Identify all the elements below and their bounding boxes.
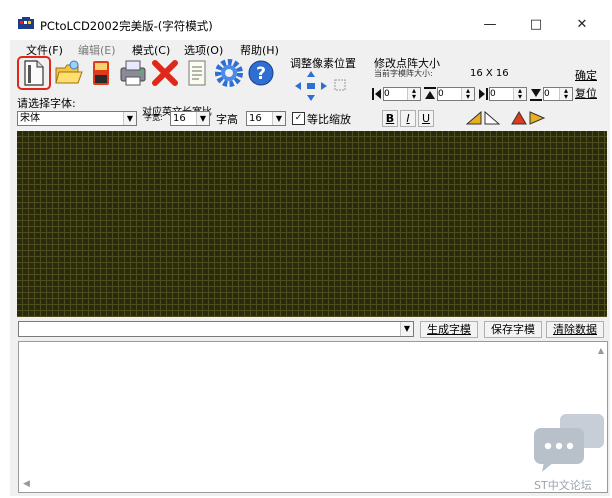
top-edge-icon [424,87,436,99]
bottom-spin-value: 0 [544,89,550,99]
right-spin-value: 0 [490,89,496,99]
bold-button[interactable]: B [382,110,398,127]
current-size-value: 16 X 16 [470,68,509,79]
left-spin[interactable]: 0 ▴ ▾ [383,87,421,101]
chevron-down-icon[interactable]: ▼ [272,112,285,125]
shift-arrows-icon[interactable] [293,69,353,103]
height-select[interactable]: 16 ▼ [246,111,286,126]
svg-text:?: ? [256,64,266,84]
save-font-button[interactable]: 保存字模 [484,321,542,338]
bottom-spin[interactable]: 0 ▴ ▾ [543,87,573,101]
title-bar[interactable]: PCtoLCD2002完美版-(字符模式) — □ ✕ [10,8,610,40]
open-folder-icon[interactable] [54,58,84,88]
top-spin[interactable]: 0 ▴ ▾ [437,87,475,101]
width-select-value: 16 [173,113,186,124]
chevron-down-icon[interactable]: ▼ [400,322,413,336]
spin-arrows-icon[interactable]: ▴ ▾ [513,87,526,101]
settings-gear-icon[interactable] [214,58,244,88]
dot-matrix-canvas[interactable] [17,131,607,317]
new-file-icon[interactable] [17,56,51,90]
window-title: PCtoLCD2002完美版-(字符模式) [40,19,213,33]
left-spin-value: 0 [384,89,390,99]
minimize-button[interactable]: — [472,14,508,36]
menu-mode[interactable]: 模式(C) [132,42,170,58]
scroll-up-icon[interactable]: ▲ [598,346,604,355]
maximize-button[interactable]: □ [518,14,554,36]
close-button[interactable]: ✕ [564,14,600,36]
document-icon[interactable] [182,58,212,88]
menu-help[interactable]: 帮助(H) [240,42,279,58]
app-icon [18,17,34,29]
height-label: 字高 [216,113,238,126]
help-icon[interactable]: ? [246,58,276,88]
proportional-label: 等比缩放 [307,113,351,126]
height-select-value: 16 [249,113,262,124]
confirm-button[interactable]: 确定 [575,67,597,83]
print-icon[interactable] [118,58,148,88]
width-select[interactable]: 16 ▼ [170,111,210,126]
spin-arrows-icon[interactable]: ▴ ▾ [461,87,474,101]
reset-button[interactable]: 复位 [575,85,597,101]
italic-button[interactable]: I [400,110,416,127]
font-select[interactable]: 宋体 ▼ [17,111,137,126]
char-input-field[interactable]: ▼ [18,321,414,337]
proportional-checkbox[interactable]: ✓ [292,112,305,125]
width-label: 字宽: [144,113,163,122]
flip-vertical-icon[interactable] [510,110,546,126]
underline-button[interactable]: U [418,110,434,127]
left-edge-icon [372,88,381,100]
scroll-left-icon[interactable]: ◀ [23,479,30,489]
flip-horizontal-icon[interactable] [465,110,501,126]
spin-arrows-icon[interactable]: ▴ ▾ [559,87,572,101]
right-spin[interactable]: 0 ▴ ▾ [489,87,527,101]
menu-edit[interactable]: 编辑(E) [78,42,116,58]
select-font-label: 请选择字体: [17,97,76,110]
spin-arrows-icon[interactable]: ▴ ▾ [407,87,420,101]
font-select-value: 宋体 [20,113,40,124]
clear-data-button[interactable]: 清除数据 [546,321,604,338]
current-size-label: 当前字模阵大小: [374,69,433,78]
app-window: PCtoLCD2002完美版-(字符模式) — □ ✕ 文件(F) 编辑(E) … [10,8,610,496]
watermark-text: ST中文论坛 [534,479,592,492]
chevron-down-icon[interactable]: ▼ [123,112,136,125]
delete-x-icon[interactable] [150,58,180,88]
output-textarea[interactable]: ▲ ◀ [18,341,608,493]
chat-bubble-logo-icon [534,414,604,472]
generate-font-button[interactable]: 生成字模 [420,321,478,338]
right-edge-icon [479,88,488,100]
save-disk-icon[interactable] [86,58,116,88]
bottom-edge-icon [530,89,542,101]
top-spin-value: 0 [438,89,444,99]
menu-options[interactable]: 选项(O) [184,42,223,58]
chevron-down-icon[interactable]: ▼ [196,112,209,125]
